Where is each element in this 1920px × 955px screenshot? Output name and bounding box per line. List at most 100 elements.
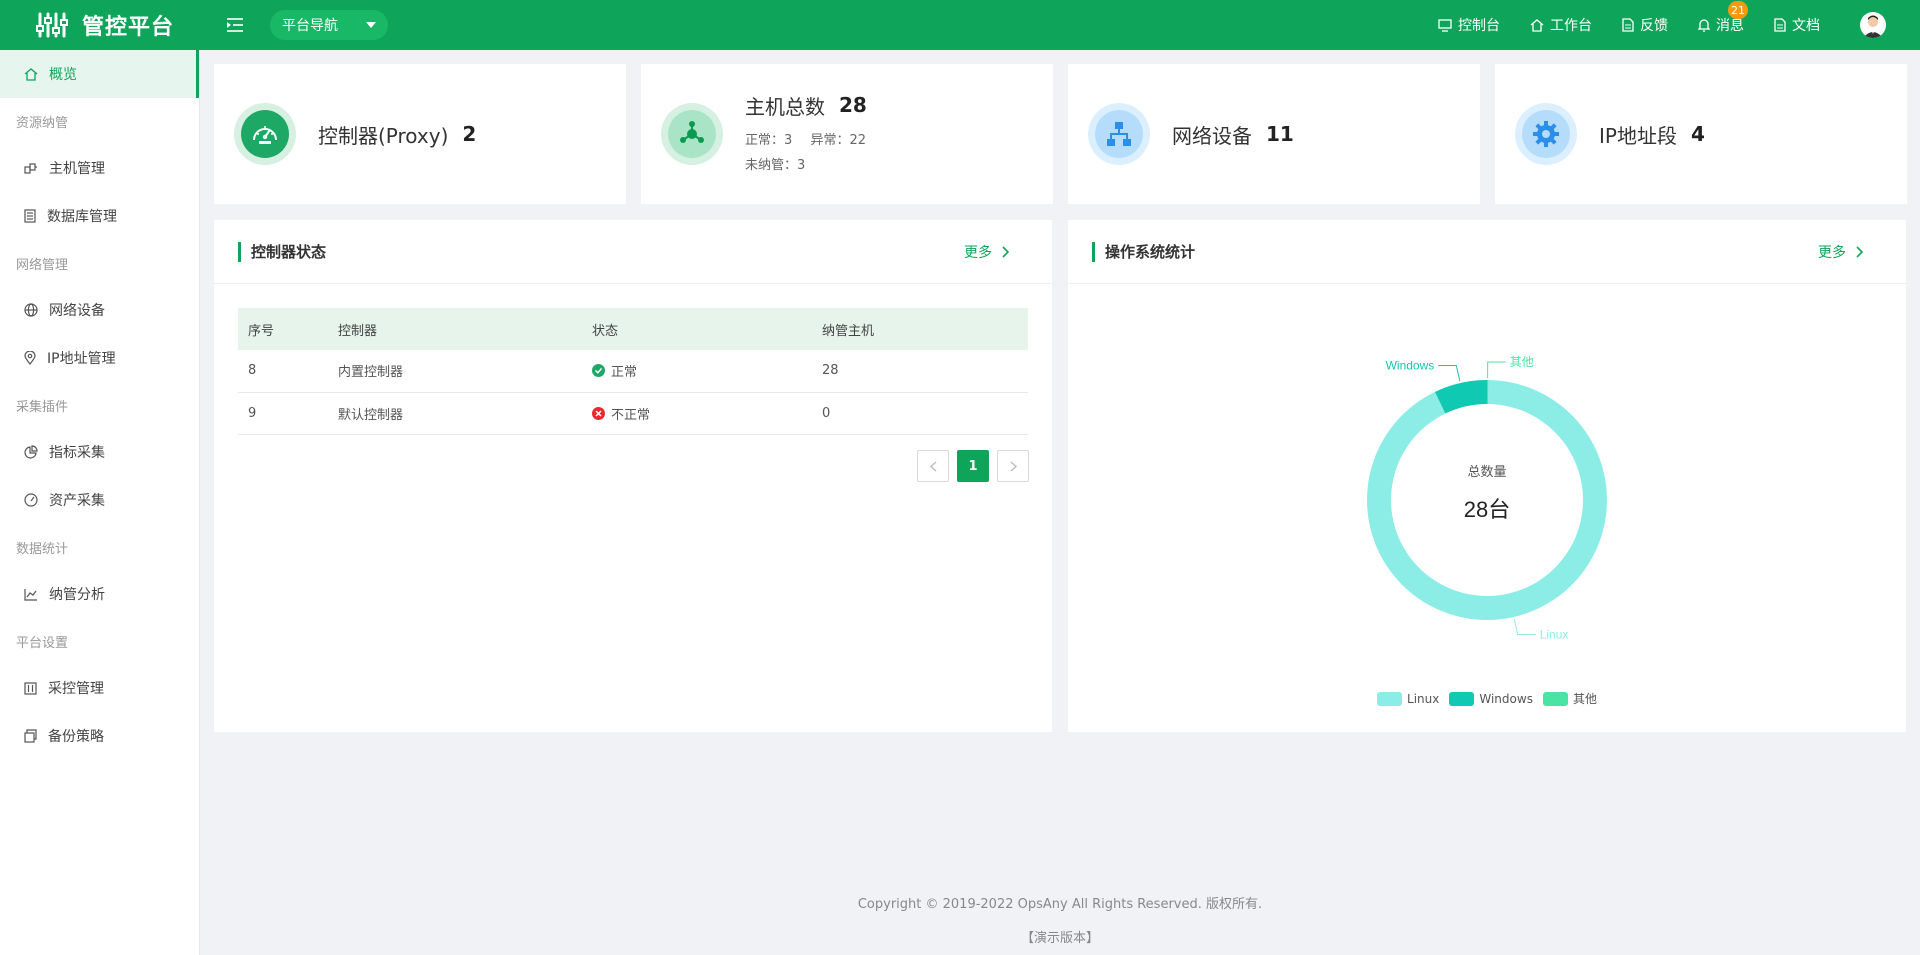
- more-link[interactable]: 更多: [964, 242, 1010, 262]
- status-indicator: 不正常: [592, 404, 812, 423]
- sidebar-group-title: 采集插件: [16, 399, 69, 415]
- backup-icon: [24, 729, 37, 743]
- more-link[interactable]: 更多: [1818, 242, 1864, 262]
- legend-label: Linux: [1407, 691, 1440, 706]
- chart-legend: Linux Windows 其他: [1068, 690, 1906, 707]
- top-header: 管控平台 平台导航 控制台 工作台 反馈 消息 21 文档: [0, 0, 1920, 50]
- cell-hosts: 28: [812, 350, 1028, 393]
- sidebar-item-metric-collection[interactable]: 指标采集: [0, 428, 199, 476]
- message-count-badge: 21: [1728, 1, 1748, 19]
- label-leader-line: [1487, 361, 1506, 379]
- stat-value: 28: [839, 93, 867, 117]
- sidebar-item-label: 采控管理: [48, 681, 104, 697]
- legend-swatch: [1377, 691, 1403, 706]
- sidebar-group-title: 数据统计: [16, 541, 69, 557]
- sidebar-item-backup-policy[interactable]: 备份策略: [0, 712, 199, 760]
- header-link-feedback[interactable]: 反馈: [1622, 15, 1668, 35]
- stat-value: 4: [1690, 122, 1705, 146]
- document-icon: [1774, 18, 1786, 32]
- logo[interactable]: 管控平台: [0, 0, 200, 50]
- column-header: 序号: [238, 308, 328, 350]
- stat-card-hosts: 主机总数 28 正常： 3 异常：22 未纳管：3: [641, 64, 1053, 204]
- header-link-console[interactable]: 控制台: [1438, 15, 1500, 35]
- cell-hosts: 0: [812, 392, 1028, 435]
- stat-icon-inner: [668, 110, 716, 158]
- table-row[interactable]: 8 内置控制器 正常 28: [238, 350, 1028, 393]
- network-nodes-icon: [680, 121, 704, 143]
- panel-header: 操作系统统计 更多: [1068, 220, 1906, 284]
- line-chart-icon: [24, 588, 37, 601]
- stat-heading: 主机总数 28: [745, 91, 880, 120]
- header-link-label: 文档: [1792, 18, 1820, 34]
- sidebar-item-network-devices[interactable]: 网络设备: [0, 286, 199, 334]
- sidebar-item-label: 指标采集: [49, 445, 105, 461]
- more-label: 更多: [1818, 244, 1846, 261]
- cell-controller: 默认控制器: [328, 392, 582, 435]
- sidebar-item-asset-collection[interactable]: 资产采集: [0, 476, 199, 524]
- sidebar-item-label: 备份策略: [48, 729, 104, 745]
- stat-icon-inner: [1095, 110, 1143, 158]
- close-circle-icon: [592, 406, 605, 420]
- sidebar-item-database-management[interactable]: 数据库管理: [0, 192, 199, 240]
- pie-chart-icon: [24, 445, 38, 459]
- sidebar-item-ip-management[interactable]: IP地址管理: [0, 334, 199, 382]
- next-page-button[interactable]: [997, 450, 1029, 482]
- host-unmanaged-value: 3: [797, 157, 806, 173]
- host-unmanaged: 未纳管：3: [745, 158, 805, 173]
- chevron-left-icon: [929, 460, 936, 472]
- stat-card-ip-segments: IP地址段 4: [1495, 64, 1907, 204]
- sidebar-item-overview[interactable]: 概览: [0, 50, 199, 98]
- prev-page-button[interactable]: [917, 450, 949, 482]
- table-header-row: 序号 控制器 状态 纳管主机: [238, 308, 1028, 350]
- cell-controller: 内置控制器: [328, 350, 582, 393]
- monitor-icon: [1438, 18, 1452, 32]
- header-link-messages[interactable]: 消息 21: [1698, 1, 1748, 35]
- host-abnormal-label: 异常：: [810, 132, 850, 148]
- stat-title: IP地址段: [1599, 123, 1677, 148]
- sidebar-item-label: IP地址管理: [47, 351, 116, 367]
- table-row[interactable]: 9 默认控制器 不正常 0: [238, 392, 1028, 435]
- legend-item[interactable]: Linux: [1377, 690, 1439, 707]
- host-normal-label: 正常：: [745, 132, 785, 148]
- speedometer-icon: [253, 126, 277, 144]
- panel-title: 操作系统统计: [1092, 241, 1195, 262]
- more-label: 更多: [964, 244, 992, 261]
- platform-nav-select[interactable]: 平台导航: [270, 10, 388, 40]
- header-link-docs[interactable]: 文档: [1774, 15, 1820, 35]
- sidebar-item-label: 网络设备: [49, 303, 105, 319]
- legend-label: Windows: [1479, 691, 1533, 706]
- page-number-button[interactable]: 1: [957, 450, 989, 482]
- hosts-icon: [24, 162, 37, 174]
- sidebar-item-label: 主机管理: [49, 161, 105, 177]
- chevron-right-icon: [1002, 245, 1010, 258]
- document-icon: [1622, 18, 1634, 32]
- os-donut-chart: Linux Windows 其他 总数量 28台: [1367, 355, 1607, 642]
- sidebar-item-collection-control[interactable]: 采控管理: [0, 664, 199, 712]
- legend-item[interactable]: 其他: [1542, 690, 1597, 707]
- sidebar-item-managed-analysis[interactable]: 纳管分析: [0, 570, 199, 618]
- stat-title: 控制器(Proxy): [318, 123, 449, 148]
- sidebar-item-label: 纳管分析: [49, 587, 105, 603]
- menu-toggle-button[interactable]: [224, 14, 246, 36]
- host-abnormal: 异常：22: [810, 133, 866, 148]
- os-statistics-panel: 操作系统统计 更多 Linux Windows 其他 总数量 28台 Linux Wi…: [1068, 220, 1906, 732]
- caret-down-icon: [366, 22, 376, 28]
- sidebar-item-host-management[interactable]: 主机管理: [0, 144, 199, 192]
- header-link-workbench[interactable]: 工作台: [1530, 15, 1592, 35]
- stat-icon-wrap: [661, 103, 723, 165]
- sidebar-group-title: 网络管理: [16, 257, 69, 273]
- legend-label: 其他: [1572, 692, 1597, 706]
- column-header: 控制器: [328, 308, 582, 350]
- legend-swatch: [1449, 691, 1475, 706]
- stat-card-network-devices: 网络设备 11: [1068, 64, 1480, 204]
- host-abnormal-value: 22: [849, 132, 866, 148]
- check-circle-icon: [592, 364, 605, 378]
- legend-item[interactable]: Windows: [1449, 690, 1533, 707]
- logo-text: 管控平台: [82, 15, 175, 40]
- user-avatar[interactable]: [1860, 12, 1886, 38]
- cell-status: 不正常: [582, 392, 812, 435]
- header-link-label: 工作台: [1550, 18, 1592, 34]
- footer-demo-tag: 【演示版本】: [1020, 931, 1099, 946]
- label-leader-line: [1438, 364, 1461, 382]
- column-header: 状态: [582, 308, 812, 350]
